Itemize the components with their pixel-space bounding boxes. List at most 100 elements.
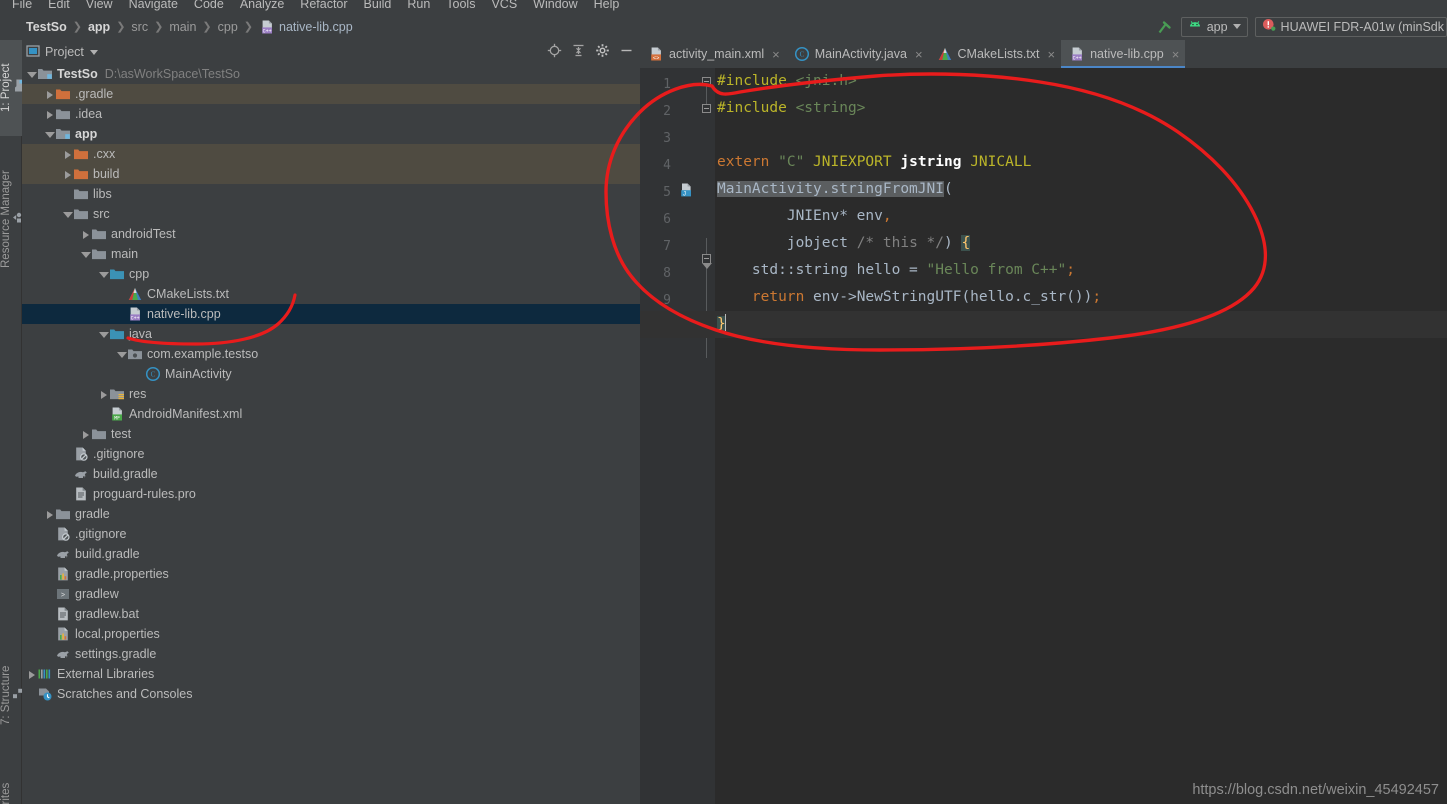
chevron-down-icon[interactable] xyxy=(44,129,55,140)
tree-row[interactable]: proguard-rules.pro xyxy=(22,484,640,504)
tree-row[interactable]: res xyxy=(22,384,640,404)
tree-row[interactable]: MF AndroidManifest.xml xyxy=(22,404,640,424)
sidebar-item-resource-manager[interactable]: Resource Manager xyxy=(0,144,22,294)
hammer-icon[interactable] xyxy=(1156,18,1174,36)
tree-row[interactable]: settings.gradle xyxy=(22,644,640,664)
breadcrumb-item-src[interactable]: src xyxy=(131,20,148,34)
code-line[interactable]: #include <string> xyxy=(715,95,1447,122)
code-line[interactable] xyxy=(715,122,1447,149)
chevron-right-icon[interactable] xyxy=(62,149,73,160)
tree-row[interactable]: C++ native-lib.cpp xyxy=(22,304,640,324)
tree-row[interactable]: build.gradle xyxy=(22,464,640,484)
tree-row[interactable]: .cxx xyxy=(22,144,640,164)
chevron-down-icon[interactable] xyxy=(1232,24,1241,29)
menu-item-window[interactable]: Window xyxy=(525,0,585,13)
sidebar-item-favorites[interactable]: avorites xyxy=(0,762,22,804)
code-line[interactable]: MainActivity.stringFromJNI( xyxy=(715,176,1447,203)
chevron-down-icon[interactable] xyxy=(116,349,127,360)
editor-gutter[interactable]: 1 2 3 4 5 6 7 8 9 10 J xyxy=(640,68,715,804)
tree-row[interactable]: src xyxy=(22,204,640,224)
code-area[interactable]: 1 2 3 4 5 6 7 8 9 10 J #include <jni.h> #include <… xyxy=(640,68,1447,804)
menu-item-analyze[interactable]: Analyze xyxy=(232,0,292,13)
code-line[interactable]: JNIEnv* env, xyxy=(715,203,1447,230)
fold-marker-line-10[interactable] xyxy=(702,320,711,329)
tree-row[interactable]: build.gradle xyxy=(22,544,640,564)
tree-row[interactable]: .gitignore xyxy=(22,444,640,464)
fold-column[interactable] xyxy=(700,68,714,804)
breadcrumb-item-app[interactable]: app xyxy=(88,20,110,34)
editor-tab-native-lib.cpp[interactable]: C++ native-lib.cpp × xyxy=(1061,40,1186,68)
tree-row[interactable]: gradle.properties xyxy=(22,564,640,584)
chevron-down-icon[interactable] xyxy=(89,49,98,55)
close-icon[interactable]: × xyxy=(772,47,780,62)
chevron-right-icon[interactable] xyxy=(44,109,55,120)
tree-row[interactable]: External Libraries xyxy=(22,664,640,684)
fold-marker-line-7[interactable] xyxy=(702,254,712,269)
project-tree[interactable]: TestSo D:\asWorkSpace\TestSo .gradle .idea … xyxy=(22,64,640,804)
menu-item-view[interactable]: View xyxy=(78,0,121,13)
tree-row[interactable]: com.example.testso xyxy=(22,344,640,364)
tree-row[interactable]: cpp xyxy=(22,264,640,284)
close-icon[interactable]: × xyxy=(1048,47,1056,62)
code-line[interactable]: jobject /* this */) { xyxy=(715,230,1447,257)
tree-row[interactable]: > gradlew xyxy=(22,584,640,604)
code-line[interactable]: return env->NewStringUTF(hello.c_str()); xyxy=(715,284,1447,311)
menu-item-navigate[interactable]: Navigate xyxy=(121,0,186,13)
locate-in-tree-icon[interactable] xyxy=(547,43,562,61)
code-line[interactable]: extern "C" JNIEXPORT jstring JNICALL xyxy=(715,149,1447,176)
tree-row[interactable]: local.properties xyxy=(22,624,640,644)
chevron-down-icon[interactable] xyxy=(26,69,37,80)
editor-tab-activity_main.xml[interactable]: <> activity_main.xml × xyxy=(640,40,786,68)
menu-item-vcs[interactable]: VCS xyxy=(483,0,525,13)
chevron-right-icon[interactable] xyxy=(44,509,55,520)
chevron-right-icon[interactable] xyxy=(26,669,37,680)
chevron-down-icon[interactable] xyxy=(98,329,109,340)
editor-tab-CMakeLists.txt[interactable]: CMakeLists.txt × xyxy=(929,40,1062,68)
code-text[interactable]: #include <jni.h> #include <string> extern … xyxy=(715,68,1447,804)
menu-item-run[interactable]: Run xyxy=(399,0,438,13)
run-config-selector[interactable]: app xyxy=(1180,16,1248,37)
editor-tab-MainActivity.java[interactable]: C MainActivity.java × xyxy=(786,40,929,68)
java-native-method-icon[interactable]: J xyxy=(678,182,694,201)
chevron-down-icon[interactable] xyxy=(98,269,109,280)
code-line[interactable]: #include <jni.h> xyxy=(715,68,1447,95)
chevron-down-icon[interactable] xyxy=(62,209,73,220)
gear-icon[interactable] xyxy=(595,43,610,61)
tree-row[interactable]: C MainActivity xyxy=(22,364,640,384)
tree-row[interactable]: .gitignore xyxy=(22,524,640,544)
tree-row[interactable]: gradlew.bat xyxy=(22,604,640,624)
tree-row[interactable]: app xyxy=(22,124,640,144)
collapse-all-icon[interactable] xyxy=(571,43,586,61)
sidebar-item-project[interactable]: 1: Project xyxy=(0,40,23,136)
breadcrumb-item-file[interactable]: C++ native-lib.cpp xyxy=(259,19,353,35)
menu-item-edit[interactable]: Edit xyxy=(40,0,78,13)
chevron-right-icon[interactable] xyxy=(80,429,91,440)
breadcrumb-item-TestSo[interactable]: TestSo xyxy=(26,20,67,34)
chevron-right-icon[interactable] xyxy=(62,169,73,180)
tree-row[interactable]: .idea xyxy=(22,104,640,124)
tree-row[interactable]: main xyxy=(22,244,640,264)
fold-marker-line-2[interactable] xyxy=(702,104,711,113)
menu-item-file[interactable]: File xyxy=(4,0,40,13)
chevron-right-icon[interactable] xyxy=(80,229,91,240)
tree-row[interactable]: .gradle xyxy=(22,84,640,104)
chevron-down-icon[interactable] xyxy=(80,249,91,260)
tree-row[interactable]: androidTest xyxy=(22,224,640,244)
device-selector[interactable]: HUAWEI FDR-A01w (minSdk xyxy=(1254,16,1447,37)
close-icon[interactable]: × xyxy=(1172,47,1180,62)
breadcrumb-item-main[interactable]: main xyxy=(169,20,196,34)
chevron-right-icon[interactable] xyxy=(98,389,109,400)
menu-item-tools[interactable]: Tools xyxy=(438,0,483,13)
menu-item-help[interactable]: Help xyxy=(586,0,628,13)
tree-row[interactable]: TestSo D:\asWorkSpace\TestSo xyxy=(22,64,640,84)
tree-row[interactable]: Scratches and Consoles xyxy=(22,684,640,704)
fold-marker-line-1[interactable] xyxy=(702,77,711,86)
tree-row[interactable]: gradle xyxy=(22,504,640,524)
menu-item-refactor[interactable]: Refactor xyxy=(292,0,355,13)
code-line[interactable]: } xyxy=(715,311,1447,338)
breadcrumb-item-cpp[interactable]: cpp xyxy=(218,20,238,34)
tree-row[interactable]: test xyxy=(22,424,640,444)
menu-item-code[interactable]: Code xyxy=(186,0,232,13)
tree-row[interactable]: CMakeLists.txt xyxy=(22,284,640,304)
code-line[interactable]: std::string hello = "Hello from C++"; xyxy=(715,257,1447,284)
